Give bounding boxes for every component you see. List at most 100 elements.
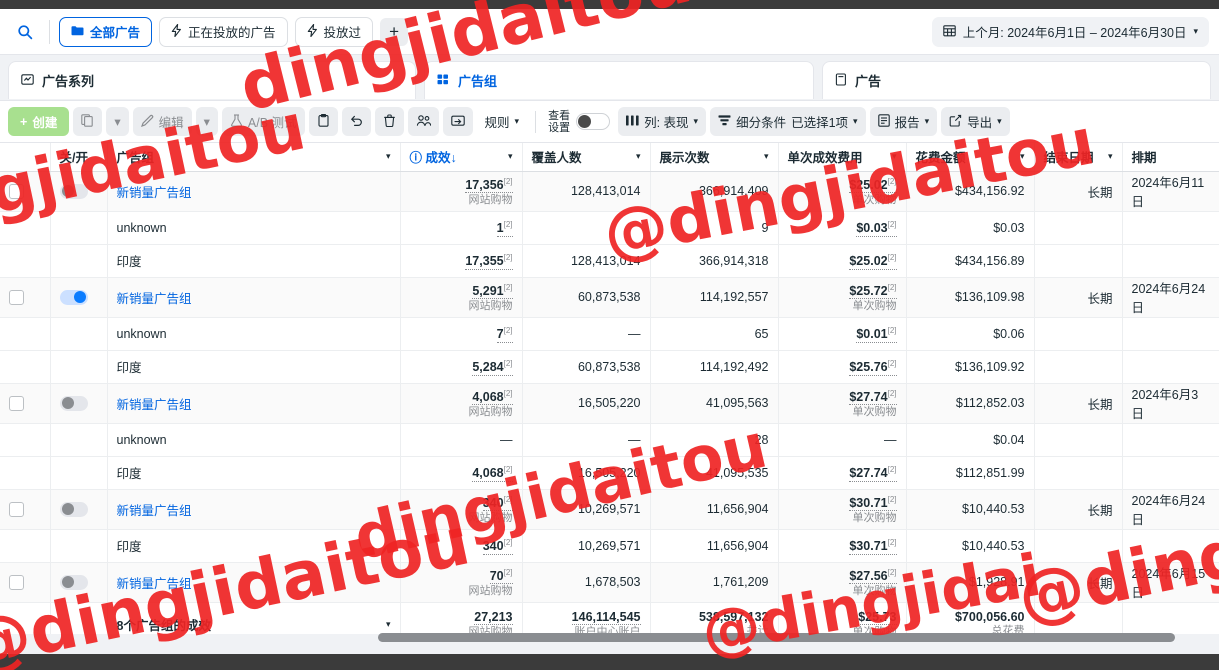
export-button[interactable]: 导出 ▾	[941, 107, 1010, 136]
audience-button[interactable]	[407, 107, 439, 136]
adset-name-link[interactable]: 新销量广告组	[117, 577, 192, 591]
duplicate-dropdown[interactable]: ▾	[106, 107, 129, 136]
create-button[interactable]: + 创建	[8, 107, 70, 136]
row-checkbox-cell[interactable]	[0, 171, 51, 212]
row-checkbox[interactable]	[9, 395, 24, 411]
row-checkbox-cell[interactable]	[0, 562, 51, 603]
breakdown-name-cell: unknown	[107, 423, 401, 457]
table-row-breakdown[interactable]: 印度 340[2] 10,269,571 11,656,904 $30.71[2] $10…	[0, 529, 1219, 563]
row-toggle-cell[interactable]	[50, 489, 108, 530]
column-header-name[interactable]: 广告组 ▾	[107, 143, 401, 172]
table-row-breakdown[interactable]: 印度 4,068[2] 16,505,220 41,095,535 $27.74[2] $…	[0, 456, 1219, 490]
rules-button[interactable]: 规则 ▾	[477, 107, 528, 136]
panel-tab-ads[interactable]: 广告	[822, 61, 1211, 99]
duplicate-button[interactable]	[73, 107, 103, 136]
chevron-down-icon[interactable]: ▾	[386, 151, 391, 162]
table-row-adset[interactable]: 新销量广告组 5,291[2] 网站购物 60,873,538 114,192,557 $…	[0, 277, 1219, 318]
adset-name-cell[interactable]: 新销量广告组	[107, 171, 401, 212]
row-checkbox-cell[interactable]	[0, 277, 51, 318]
adset-name-cell[interactable]: 新销量广告组	[107, 277, 401, 318]
table-row-breakdown[interactable]: 印度 17,355[2] 128,413,014 366,914,318 $25.02[…	[0, 244, 1219, 278]
chevron-down-icon[interactable]: ▾	[764, 151, 769, 162]
column-header-spend[interactable]: 花费金额 ▾	[906, 143, 1035, 172]
date-range-picker[interactable]: 上个月: 2024年6月1日 – 2024年6月30日 ▾	[931, 16, 1209, 47]
chevron-down-icon[interactable]: ▾	[508, 151, 513, 162]
chevron-down-icon[interactable]: ▾	[892, 151, 897, 162]
adset-name-cell[interactable]: 新销量广告组	[107, 562, 401, 603]
row-toggle-cell[interactable]	[50, 171, 108, 212]
spend-value: $136,109.98	[954, 290, 1025, 304]
edit-button[interactable]: 编辑	[132, 107, 192, 136]
reach-value: 16,505,220	[577, 396, 641, 410]
add-filter-button[interactable]: +	[380, 17, 409, 46]
adset-status-toggle[interactable]	[59, 395, 88, 411]
filter-chip-active-ads[interactable]: 正在投放的广告	[159, 16, 288, 47]
adset-name-link[interactable]: 新销量广告组	[117, 504, 192, 518]
chevron-down-icon[interactable]: ▾	[636, 151, 641, 162]
clipboard-button[interactable]	[308, 107, 338, 136]
row-checkbox[interactable]	[9, 501, 24, 517]
chevron-down-icon[interactable]: ▾	[1020, 151, 1025, 162]
adset-name-link[interactable]: 新销量广告组	[117, 292, 192, 306]
share-button[interactable]	[442, 107, 473, 136]
ad-sets-table-container[interactable]: 关/开 广告组 ▾ ⓘ 成效↓ ▾ 覆盖人数 ▾ 展示次数 ▾ 单次成效费用 ▾…	[0, 143, 1219, 634]
view-settings-toggle[interactable]: 查看 设置	[544, 110, 614, 134]
table-row-breakdown[interactable]: unknown — — 28 — $0.04	[0, 423, 1219, 457]
spend-cell: $112,851.99	[906, 456, 1035, 490]
adset-status-toggle[interactable]	[59, 501, 88, 517]
row-toggle-cell[interactable]	[50, 383, 108, 424]
adset-name-cell[interactable]: 新销量广告组	[107, 383, 401, 424]
breakdown-button[interactable]: 细分条件 已选择1项 ▾	[710, 107, 866, 136]
adset-name-cell[interactable]: 新销量广告组	[107, 489, 401, 530]
adset-status-toggle[interactable]	[59, 183, 88, 199]
table-row-breakdown[interactable]: 印度 5,284[2] 60,873,538 114,192,492 $25.76[2]…	[0, 350, 1219, 384]
footer-summary-label-cell[interactable]: 8个广告组的成效 ▾	[107, 601, 401, 634]
table-row-adset[interactable]: 新销量广告组 17,356[2] 网站购物 128,413,014 366,914,40…	[0, 171, 1219, 212]
select-all-header[interactable]	[0, 143, 51, 172]
search-icon[interactable]	[10, 17, 40, 47]
row-checkbox[interactable]	[9, 183, 24, 199]
row-checkbox-cell[interactable]	[0, 489, 51, 530]
toolbar-divider	[535, 110, 537, 133]
table-row-breakdown[interactable]: unknown 1[2] 9 $0.03[2] $0.03	[0, 211, 1219, 245]
table-row-adset[interactable]: 新销量广告组 70[2] 网站购物 1,678,503 1,761,209 $27.56[…	[0, 562, 1219, 603]
row-toggle-cell[interactable]	[50, 277, 108, 318]
column-header-reach[interactable]: 覆盖人数 ▾	[522, 143, 651, 172]
results-value: 1[2]	[496, 220, 513, 237]
adset-name-link[interactable]: 新销量广告组	[117, 186, 192, 200]
horizontal-scrollbar-thumb[interactable]	[378, 633, 1175, 642]
chevron-down-icon[interactable]: ▾	[1108, 151, 1113, 162]
row-toggle-cell[interactable]	[50, 562, 108, 603]
table-row-adset[interactable]: 新销量广告组 340[2] 网站购物 10,269,571 11,656,904 $30.…	[0, 489, 1219, 530]
delete-button[interactable]	[374, 107, 404, 136]
panel-tab-adsets[interactable]: 广告组	[424, 61, 814, 99]
filter-chip-delivered[interactable]: 投放过	[294, 16, 374, 47]
horizontal-scroll-track[interactable]	[0, 632, 1219, 644]
adset-name-link[interactable]: 新销量广告组	[117, 398, 192, 412]
info-icon[interactable]: ⓘ	[410, 151, 423, 165]
enddate-cell	[1034, 529, 1123, 563]
table-row-adset[interactable]: 新销量广告组 4,068[2] 网站购物 16,505,220 41,095,563 $2…	[0, 383, 1219, 424]
columns-button[interactable]: 列: 表现 ▾	[618, 107, 707, 136]
reports-button[interactable]: 报告 ▾	[869, 107, 938, 136]
undo-button[interactable]	[341, 107, 371, 136]
view-settings-label-line2: 设置	[548, 121, 571, 134]
column-header-cost[interactable]: 单次成效费用 ▾	[778, 143, 907, 172]
date-range-label: 上个月: 2024年6月1日 – 2024年6月30日	[962, 26, 1187, 40]
view-settings-switch[interactable]	[576, 113, 611, 130]
filter-chip-all-ads[interactable]: 全部广告	[59, 16, 153, 47]
column-header-impressions[interactable]: 展示次数 ▾	[650, 143, 779, 172]
table-row-breakdown[interactable]: unknown 7[2] — 65 $0.01[2] $0.06	[0, 317, 1219, 351]
chevron-down-icon[interactable]: ▾	[386, 619, 391, 630]
column-header-enddate[interactable]: 结束日期 ▾	[1034, 143, 1123, 172]
row-checkbox[interactable]	[9, 289, 24, 305]
schedule-cell: 2024年6月15日	[1122, 562, 1219, 603]
panel-tab-campaigns[interactable]: 广告系列	[8, 61, 416, 99]
adset-status-toggle[interactable]	[59, 574, 88, 590]
column-header-results[interactable]: ⓘ 成效↓ ▾	[400, 143, 523, 172]
ab-test-button[interactable]: A/B 测试	[221, 107, 305, 136]
row-checkbox-cell[interactable]	[0, 383, 51, 424]
edit-dropdown[interactable]: ▾	[195, 107, 218, 136]
adset-status-toggle[interactable]	[59, 289, 88, 305]
row-checkbox[interactable]	[9, 574, 24, 590]
